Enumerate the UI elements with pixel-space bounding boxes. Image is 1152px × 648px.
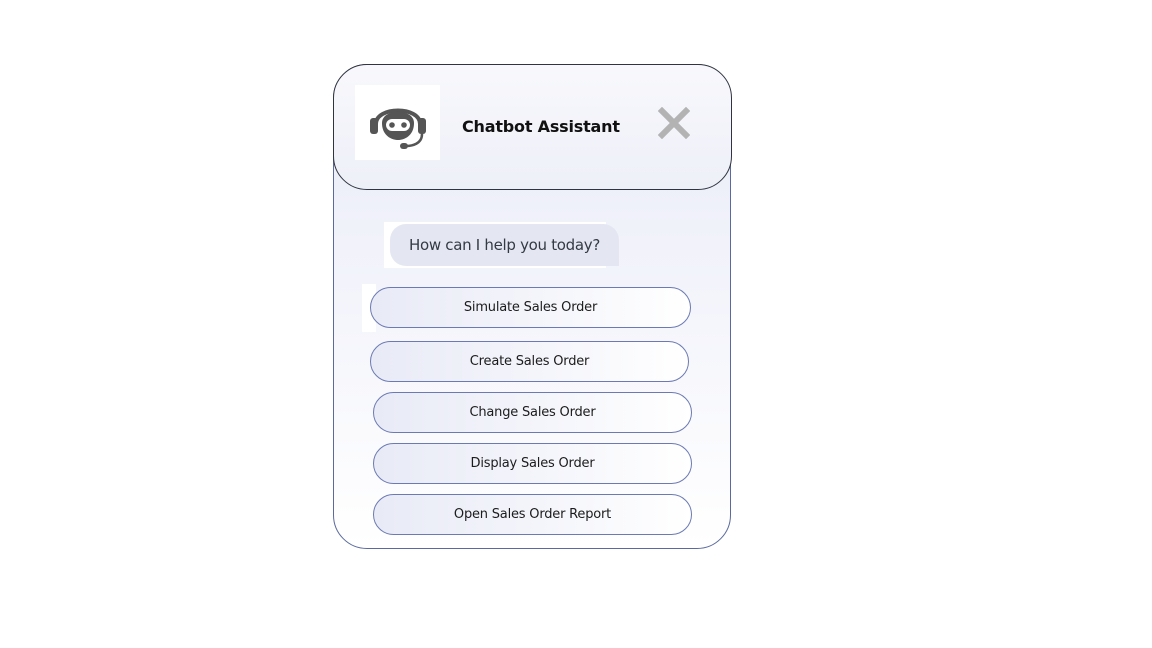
create-sales-order-button[interactable]: Create Sales Order: [370, 341, 689, 382]
assistant-message: How can I help you today?: [390, 224, 620, 266]
robot-headset-icon: [369, 108, 426, 149]
chat-window: Chatbot Assistant How can I help you tod…: [333, 64, 732, 549]
message-container: How can I help you today?: [384, 222, 620, 268]
chat-header: Chatbot Assistant: [333, 64, 732, 190]
header-title: Chatbot Assistant: [462, 117, 620, 136]
stage: Chatbot Assistant How can I help you tod…: [0, 0, 1152, 648]
avatar: [355, 85, 440, 160]
simulate-sales-order-button[interactable]: Simulate Sales Order: [370, 287, 691, 328]
change-sales-order-button[interactable]: Change Sales Order: [373, 392, 692, 433]
close-button[interactable]: [656, 105, 692, 141]
display-sales-order-button[interactable]: Display Sales Order: [373, 443, 692, 484]
close-icon: [658, 107, 690, 139]
open-sales-order-report-button[interactable]: Open Sales Order Report: [373, 494, 692, 535]
